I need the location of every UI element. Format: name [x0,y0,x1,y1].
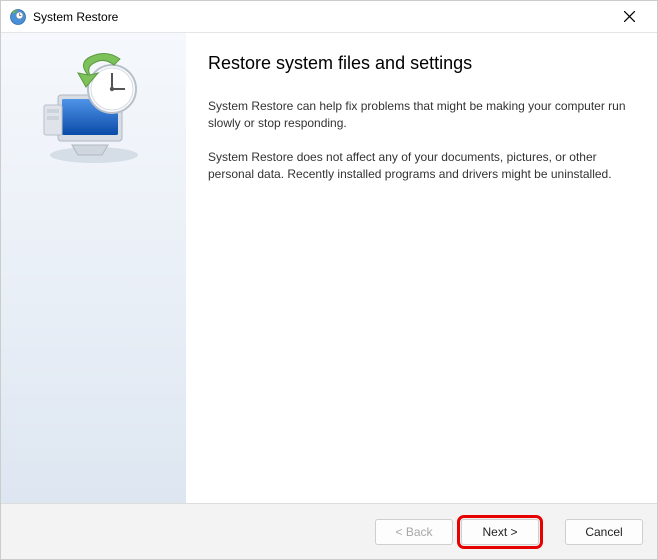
wizard-footer: < Back Next > Cancel [1,503,657,559]
description-para-1: System Restore can help fix problems tha… [208,98,627,133]
window-title: System Restore [33,10,609,24]
page-heading: Restore system files and settings [208,53,627,74]
content-area: Restore system files and settings System… [1,33,657,503]
system-restore-icon [9,8,27,26]
titlebar: System Restore [1,1,657,33]
next-button[interactable]: Next > [461,519,539,545]
cancel-button[interactable]: Cancel [565,519,643,545]
close-button[interactable] [609,3,649,31]
description-para-2: System Restore does not affect any of yo… [208,149,627,184]
restore-illustration [34,51,154,171]
main-panel: Restore system files and settings System… [186,33,657,503]
close-icon [624,11,635,22]
system-restore-window: System Restore [0,0,658,560]
back-button: < Back [375,519,453,545]
sidebar [1,33,186,503]
